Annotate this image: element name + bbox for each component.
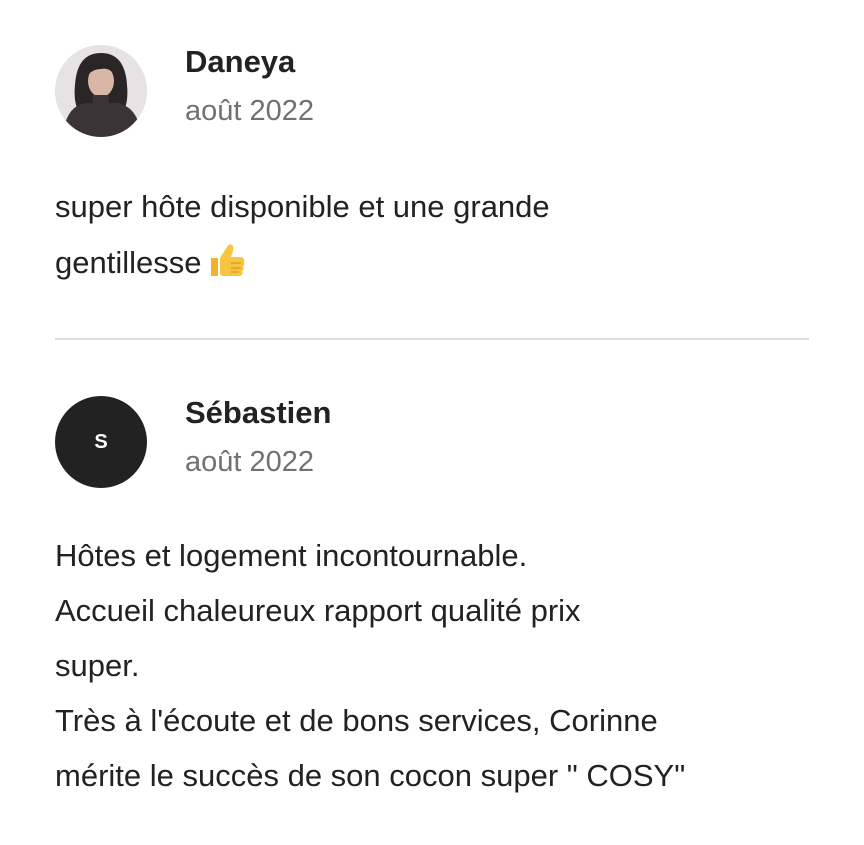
review-text: Hôtes et logement incontournable. Accuei… (55, 528, 815, 803)
review-date: août 2022 (185, 446, 315, 478)
reviewer-meta: Daneya août 2022 (185, 44, 315, 130)
avatar[interactable] (55, 45, 147, 137)
avatar[interactable]: S (55, 396, 147, 488)
reviewer-name[interactable]: Daneya (185, 42, 314, 82)
review-card: S Sébastien août 2022 Hôtes et logement … (55, 395, 815, 803)
review-text: super hôte disponible et une grande gent… (55, 179, 815, 297)
review-header: S Sébastien août 2022 (55, 395, 815, 488)
avatar-initial: S (94, 430, 108, 453)
review-card: Daneya août 2022 super hôte disponible e… (55, 44, 815, 297)
review-header: Daneya août 2022 (55, 44, 815, 137)
thumbs-up-icon (207, 241, 247, 297)
review-divider (55, 338, 809, 340)
avatar-photo-icon (55, 45, 147, 137)
review-text-content: Hôtes et logement incontournable. Accuei… (55, 538, 686, 793)
reviewer-name[interactable]: Sébastien (185, 393, 331, 433)
reviewer-meta: Sébastien août 2022 (185, 395, 331, 481)
review-text-content: super hôte disponible et une grande gent… (55, 189, 550, 280)
review-date: août 2022 (185, 95, 315, 127)
